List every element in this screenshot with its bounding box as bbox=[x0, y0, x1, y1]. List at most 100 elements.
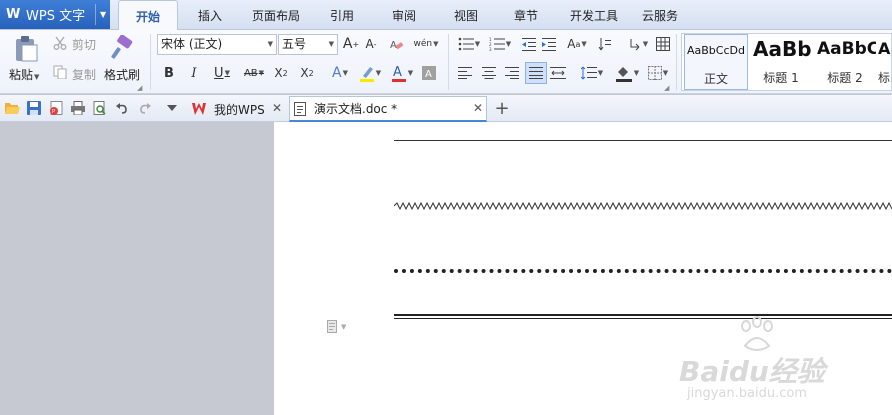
pinyin-guide-icon[interactable]: wén ▼ bbox=[412, 33, 440, 55]
style-heading-3[interactable]: A 标 bbox=[878, 34, 891, 90]
format-painter-label[interactable]: 格式刷 bbox=[104, 66, 140, 83]
decrease-indent-icon[interactable] bbox=[520, 35, 538, 53]
tab-my-wps[interactable]: 我的WPS ✕ bbox=[186, 96, 286, 122]
underline-icon[interactable]: U ▼ bbox=[208, 64, 236, 82]
character-shading-icon[interactable]: A bbox=[420, 64, 438, 82]
tab-document[interactable]: 演示文档.doc * ✕ bbox=[289, 96, 487, 122]
align-right-icon[interactable] bbox=[503, 64, 521, 82]
print-preview-icon[interactable] bbox=[92, 100, 108, 116]
style-heading-2[interactable]: AaBbC 标题 2 bbox=[814, 34, 876, 90]
styles-gallery: AaBbCcDd 正文 AaBb 标题 1 AaBbC 标题 2 A 标 bbox=[681, 33, 892, 91]
font-color-icon[interactable]: A ▼ bbox=[388, 63, 416, 83]
font-size-value: 五号 bbox=[282, 37, 307, 51]
table-icon[interactable] bbox=[654, 35, 672, 53]
svg-text:A: A bbox=[390, 40, 397, 51]
wps-menu-button[interactable]: W WPS 文字 ▼ bbox=[0, 0, 110, 29]
svg-text:A: A bbox=[425, 69, 432, 80]
bullets-icon[interactable]: ▼ bbox=[455, 35, 483, 53]
chevron-down-icon[interactable]: ▼ bbox=[268, 35, 273, 54]
borders-icon[interactable]: ▼ bbox=[644, 64, 672, 82]
format-painter-icon[interactable] bbox=[108, 34, 136, 62]
numbering-icon[interactable]: 1 2 3 ▼ bbox=[486, 35, 514, 53]
svg-text:A: A bbox=[393, 65, 402, 80]
highlight-icon[interactable]: ▼ bbox=[356, 63, 384, 83]
watermark-brand: Baidu经验 bbox=[679, 355, 825, 388]
workspace-background bbox=[0, 122, 274, 415]
undo-icon[interactable] bbox=[114, 100, 130, 116]
grow-font-icon[interactable]: A + bbox=[342, 35, 360, 53]
divider bbox=[150, 34, 151, 90]
change-case-icon[interactable]: Aa ▼ bbox=[562, 35, 592, 53]
tab-cloud[interactable]: 云服务 bbox=[634, 0, 686, 30]
bold-icon[interactable]: B bbox=[160, 64, 178, 82]
style-name: 正文 bbox=[703, 72, 728, 86]
style-name: 标 bbox=[878, 71, 891, 85]
wps-logo-icon: W bbox=[6, 6, 21, 22]
divider bbox=[448, 34, 449, 90]
font-name-combo[interactable]: 宋体 (正文) ▼ bbox=[157, 34, 277, 55]
clear-formatting-icon[interactable]: A bbox=[388, 35, 406, 53]
print-icon[interactable] bbox=[70, 100, 86, 116]
document-page[interactable]: ▼ Baidu经验 jingyan.baidu.com bbox=[274, 122, 892, 415]
export-pdf-icon[interactable]: P bbox=[48, 100, 64, 116]
chevron-down-icon[interactable]: ▼ bbox=[341, 323, 346, 331]
italic-icon[interactable]: I bbox=[185, 64, 203, 82]
tab-page-layout[interactable]: 页面布局 bbox=[244, 0, 308, 30]
style-preview: AaBbC bbox=[817, 39, 876, 59]
tab-label: 我的WPS bbox=[214, 102, 265, 117]
style-preview: AaBbCcDd bbox=[687, 44, 745, 57]
svg-text:3: 3 bbox=[489, 47, 492, 51]
divider bbox=[676, 34, 677, 90]
customize-icon[interactable] bbox=[164, 100, 180, 116]
paste-options-icon[interactable]: ▼ bbox=[327, 320, 346, 333]
shrink-font-icon[interactable]: A- bbox=[362, 35, 380, 53]
cut-icon[interactable] bbox=[52, 35, 68, 51]
redo-icon[interactable] bbox=[137, 100, 153, 116]
open-icon[interactable] bbox=[4, 100, 20, 116]
tab-view[interactable]: 视图 bbox=[442, 0, 490, 30]
menu-bar: W WPS 文字 ▼ 开始 插入 页面布局 引用 审阅 视图 章节 开发工具 云… bbox=[0, 0, 892, 31]
tab-chapter[interactable]: 章节 bbox=[502, 0, 550, 30]
app-name: WPS 文字 bbox=[26, 9, 86, 24]
tab-developer[interactable]: 开发工具 bbox=[564, 0, 624, 30]
wps-logo-icon bbox=[192, 102, 206, 116]
justify-icon[interactable] bbox=[525, 62, 547, 84]
align-left-icon[interactable] bbox=[456, 64, 474, 82]
style-preview: AaBb bbox=[753, 37, 812, 61]
dialog-launcher-icon[interactable]: ◢ bbox=[664, 84, 669, 92]
copy-icon[interactable] bbox=[52, 64, 68, 80]
font-size-combo[interactable]: 五号 ▼ bbox=[278, 34, 338, 55]
tab-references[interactable]: 引用 bbox=[318, 0, 366, 30]
strikethrough-icon[interactable]: AB ▼ bbox=[240, 64, 268, 82]
increase-indent-icon[interactable] bbox=[540, 35, 558, 53]
close-icon[interactable]: ✕ bbox=[272, 101, 282, 115]
tab-insert[interactable]: 插入 bbox=[186, 0, 234, 30]
save-icon[interactable] bbox=[26, 100, 42, 116]
paste-icon[interactable] bbox=[10, 34, 42, 64]
align-center-icon[interactable] bbox=[480, 64, 498, 82]
text-effect-icon[interactable]: A ▼ bbox=[326, 64, 354, 82]
copy-label[interactable]: 复制 bbox=[72, 66, 96, 83]
subscript-icon[interactable]: X2 bbox=[297, 64, 317, 82]
tab-home[interactable]: 开始 bbox=[118, 0, 178, 31]
chevron-down-icon[interactable]: ▼ bbox=[100, 10, 106, 19]
paste-button[interactable]: 粘贴▼ bbox=[9, 66, 39, 83]
new-tab-icon[interactable]: + bbox=[493, 98, 511, 119]
style-name: 标题 2 bbox=[827, 71, 863, 85]
distributed-align-icon[interactable] bbox=[549, 64, 567, 82]
style-normal[interactable]: AaBbCcDd 正文 bbox=[684, 34, 748, 90]
shading-icon[interactable]: ▼ bbox=[612, 63, 642, 83]
cut-label[interactable]: 剪切 bbox=[72, 36, 96, 53]
style-name: 标题 1 bbox=[763, 71, 799, 85]
chevron-down-icon[interactable]: ▼ bbox=[329, 35, 334, 54]
dialog-launcher-icon[interactable]: ◢ bbox=[137, 84, 142, 92]
show-hide-marks-icon[interactable]: ▼ bbox=[624, 35, 652, 53]
superscript-icon[interactable]: X2 bbox=[271, 64, 291, 82]
style-preview: A bbox=[878, 39, 891, 58]
line-spacing-icon[interactable]: ▼ bbox=[578, 64, 606, 82]
tab-review[interactable]: 审阅 bbox=[380, 0, 428, 30]
close-icon[interactable]: ✕ bbox=[473, 101, 483, 115]
document-icon bbox=[294, 101, 308, 116]
style-heading-1[interactable]: AaBb 标题 1 bbox=[750, 34, 812, 90]
text-direction-icon[interactable] bbox=[596, 35, 614, 53]
